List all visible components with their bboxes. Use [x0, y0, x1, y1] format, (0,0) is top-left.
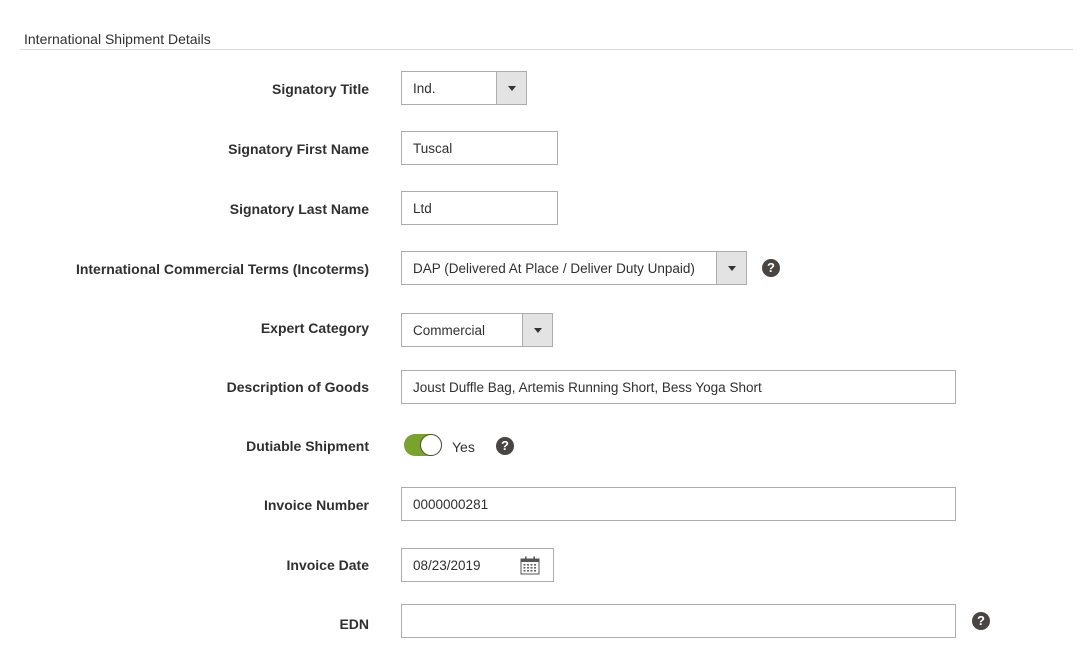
invoice-date-input[interactable]: 08/23/2019: [401, 548, 554, 582]
export-category-dropdown-button[interactable]: [522, 313, 553, 347]
invoice-number-label: Invoice Number: [263, 497, 369, 513]
question-mark-icon[interactable]: ?: [496, 437, 514, 455]
signatory-title-value: Ind.: [413, 81, 436, 96]
incoterms-select[interactable]: DAP (Delivered At Place / Deliver Duty U…: [401, 251, 747, 285]
dutiable-toggle[interactable]: [404, 434, 442, 456]
description-value: Joust Duffle Bag, Artemis Running Short,…: [413, 380, 762, 395]
edn-input[interactable]: [401, 604, 956, 638]
export-category-select[interactable]: Commercial: [401, 313, 553, 347]
caret-down-icon: [727, 266, 736, 271]
signatory-title-label: Signatory Title: [272, 81, 369, 97]
incoterms-value: DAP (Delivered At Place / Deliver Duty U…: [413, 261, 695, 276]
question-mark-icon[interactable]: ?: [972, 612, 990, 630]
edn-label: EDN: [339, 616, 369, 632]
export-category-value: Commercial: [413, 323, 486, 338]
toggle-knob: [420, 434, 442, 456]
signatory-first-name-value: Tuscal: [413, 141, 453, 156]
calendar-icon[interactable]: [520, 556, 540, 575]
incoterms-label: International Commercial Terms (Incoterm…: [75, 261, 369, 277]
incoterms-dropdown-button[interactable]: [716, 251, 747, 285]
signatory-first-name-label: Signatory First Name: [228, 141, 369, 157]
description-input[interactable]: Joust Duffle Bag, Artemis Running Short,…: [401, 370, 956, 404]
description-label: Description of Goods: [226, 379, 369, 395]
invoice-date-label: Invoice Date: [286, 557, 369, 573]
invoice-number-value: 0000000281: [413, 497, 489, 512]
signatory-last-name-value: Ltd: [413, 201, 432, 216]
section-title: International Shipment Details: [24, 31, 211, 47]
section-divider: [20, 49, 1073, 50]
signatory-first-name-input[interactable]: Tuscal: [401, 131, 558, 165]
invoice-date-value: 08/23/2019: [413, 558, 481, 573]
signatory-title-dropdown-button[interactable]: [496, 71, 527, 105]
caret-down-icon: [507, 86, 516, 91]
dutiable-label: Dutiable Shipment: [246, 438, 369, 454]
export-category-label: Expert Category: [260, 320, 369, 336]
invoice-number-input[interactable]: 0000000281: [401, 487, 956, 521]
question-mark-icon[interactable]: ?: [762, 259, 780, 277]
signatory-title-select[interactable]: Ind.: [401, 71, 527, 105]
signatory-last-name-input[interactable]: Ltd: [401, 191, 558, 225]
signatory-last-name-label: Signatory Last Name: [229, 201, 369, 217]
dutiable-value: Yes: [452, 439, 475, 455]
caret-down-icon: [533, 328, 542, 333]
